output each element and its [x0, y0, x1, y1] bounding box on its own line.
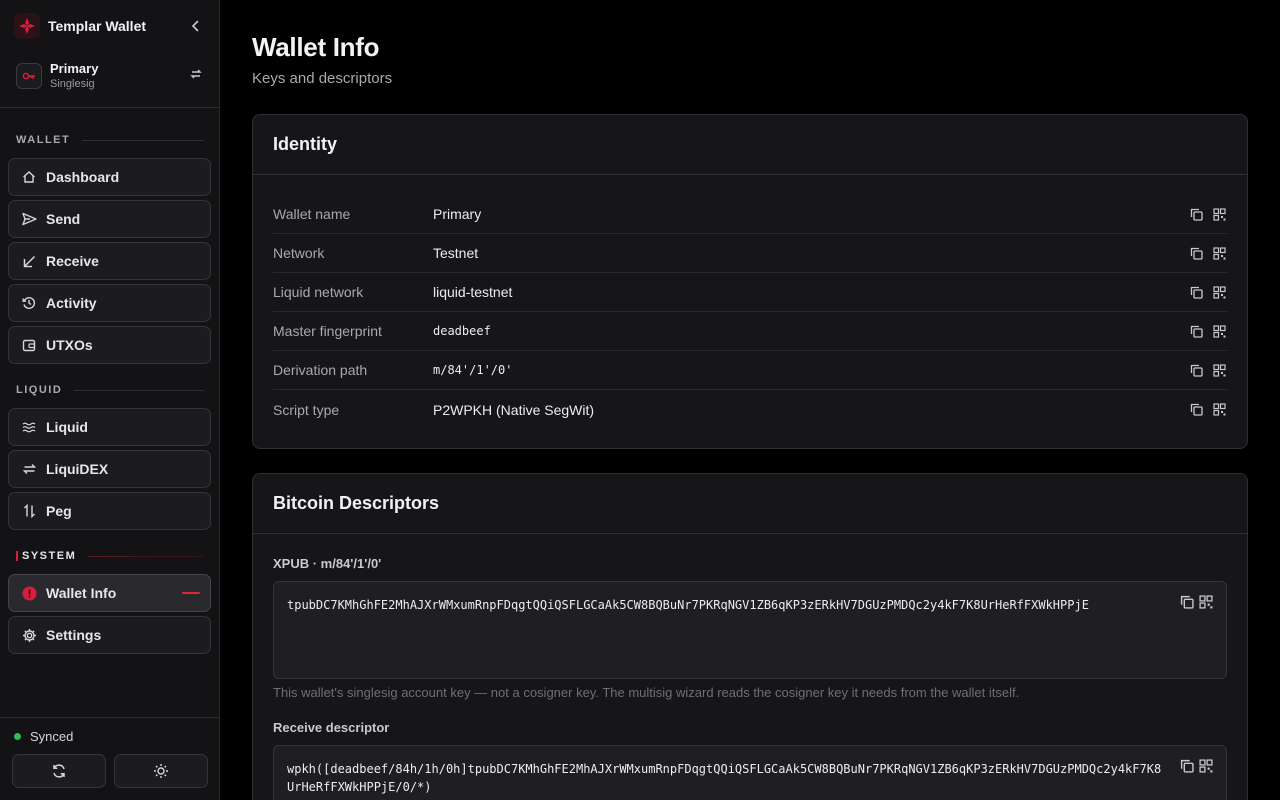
identity-row-liquid-network: Liquid network liquid-testnet	[273, 273, 1227, 312]
receive-descriptor-label: Receive descriptor	[273, 720, 390, 735]
key-icon	[16, 63, 42, 89]
copy-icon[interactable]	[1188, 323, 1204, 339]
xpub-value-box[interactable]: tpubDC7KMhGhFE2MhAJXrWMxumRnpFDqgtQQiQSF…	[273, 581, 1227, 679]
sidebar-item-liquidex[interactable]: LiquiDEX	[8, 450, 211, 488]
identity-row-master-fingerprint: Master fingerprint deadbeef	[273, 312, 1227, 351]
divider	[0, 107, 219, 108]
qr-code-icon[interactable]	[1198, 758, 1214, 774]
switch-wallet-icon[interactable]	[190, 67, 202, 85]
identity-row-derivation-path: Derivation path m/84'/1'/0'	[273, 351, 1227, 390]
qr-code-icon[interactable]	[1211, 284, 1227, 300]
sidebar-item-wallet-info[interactable]: Wallet Info	[8, 574, 211, 612]
sidebar-item-receive[interactable]: Receive	[8, 242, 211, 280]
templar-cross-icon	[14, 13, 40, 39]
qr-code-icon[interactable]	[1211, 206, 1227, 222]
sidebar-item-settings[interactable]: Settings	[8, 616, 211, 654]
wallet-name: Primary	[50, 61, 99, 76]
copy-icon[interactable]	[1179, 758, 1195, 774]
refresh-button[interactable]	[12, 754, 106, 788]
collapse-sidebar-button[interactable]	[186, 16, 206, 36]
sidebar-item-liquid[interactable]: Liquid	[8, 408, 211, 446]
card-title: Identity	[253, 115, 1247, 175]
info-dot-icon	[21, 585, 37, 601]
section-label-liquid: LIQUID	[16, 383, 204, 397]
peg-arrows-icon	[21, 503, 37, 519]
qr-code-icon[interactable]	[1211, 323, 1227, 339]
qr-code-icon[interactable]	[1198, 594, 1214, 610]
copy-icon[interactable]	[1188, 284, 1204, 300]
receive-descriptor-box[interactable]: wpkh([deadbeef/84h/1h/0h]tpubDC7KMhGhFE2…	[273, 745, 1227, 800]
sidebar-item-activity[interactable]: Activity	[8, 284, 211, 322]
qr-code-icon[interactable]	[1211, 362, 1227, 378]
wallet-switcher[interactable]: Primary Singlesig	[16, 60, 206, 92]
swap-icon	[21, 461, 37, 477]
main-content: Wallet Info Keys and descriptors Identit…	[220, 0, 1280, 800]
sidebar-item-send[interactable]: Send	[8, 200, 211, 238]
status-dot-icon	[14, 732, 21, 740]
page-subtitle: Keys and descriptors	[252, 70, 393, 87]
qr-code-icon[interactable]	[1211, 402, 1227, 418]
sidebar-item-utxos[interactable]: UTXOs	[8, 326, 211, 364]
copy-icon[interactable]	[1188, 362, 1204, 378]
gear-icon	[21, 627, 37, 643]
divider	[0, 717, 219, 718]
copy-icon[interactable]	[1188, 206, 1204, 222]
wallet-icon	[21, 337, 37, 353]
receive-arrow-icon	[21, 253, 37, 269]
identity-row-script-type: Script type P2WPKH (Native SegWit)	[273, 390, 1227, 429]
identity-row-wallet-name: Wallet name Primary	[273, 195, 1227, 234]
identity-row-network: Network Testnet	[273, 234, 1227, 273]
sidebar-item-peg[interactable]: Peg	[8, 492, 211, 530]
theme-toggle-button[interactable]	[114, 754, 208, 788]
card-title: Bitcoin Descriptors	[253, 474, 1247, 534]
wallet-type: Singlesig	[50, 78, 95, 90]
copy-icon[interactable]	[1179, 594, 1195, 610]
refresh-icon	[53, 764, 65, 778]
copy-icon[interactable]	[1188, 245, 1204, 261]
sun-icon	[154, 764, 168, 778]
xpub-label: XPUB · m/84'/1'/0'	[273, 556, 382, 571]
page-title: Wallet Info	[252, 32, 380, 62]
xpub-help-text: This wallet's singlesig account key — no…	[273, 685, 1020, 700]
section-label-wallet: WALLET	[16, 133, 204, 147]
receive-descriptor-value: wpkh([deadbeef/84h/1h/0h]tpubDC7KMhGhFE2…	[287, 762, 1162, 794]
qr-code-icon[interactable]	[1211, 245, 1227, 261]
bitcoin-descriptors-card: Bitcoin Descriptors XPUB · m/84'/1'/0' t…	[252, 473, 1248, 800]
sidebar: Templar Wallet Primary Singlesig WALLET …	[0, 0, 220, 800]
history-icon	[21, 295, 37, 311]
send-icon	[21, 211, 37, 227]
identity-card: Identity Wallet name Primary Network Tes…	[252, 114, 1248, 449]
sidebar-item-dashboard[interactable]: Dashboard	[8, 158, 211, 196]
copy-icon[interactable]	[1188, 402, 1204, 418]
brand: Templar Wallet	[14, 12, 206, 40]
active-indicator	[182, 592, 200, 594]
xpub-value: tpubDC7KMhGhFE2MhAJXrWMxumRnpFDqgtQQiQSF…	[287, 598, 1089, 612]
waves-icon	[21, 419, 37, 435]
app-title: Templar Wallet	[48, 18, 147, 34]
section-label-system: SYSTEM	[16, 549, 204, 563]
chevron-left-icon	[191, 20, 199, 32]
home-icon	[21, 169, 37, 185]
sync-status: Synced	[14, 728, 73, 744]
